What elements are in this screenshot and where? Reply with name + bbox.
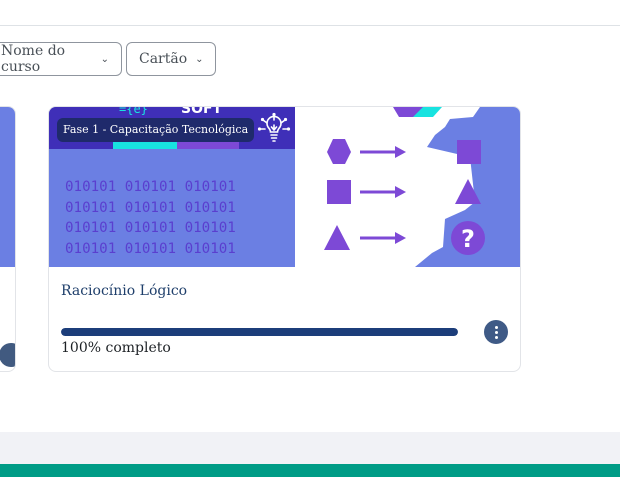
menu-dot (494, 325, 498, 329)
progress-bar (61, 328, 458, 336)
course-title-link[interactable]: Raciocínio Lógico (61, 283, 187, 299)
course-card-image (0, 107, 15, 267)
binary-line: 010101 010101 010101 (65, 179, 236, 195)
footer-background (0, 432, 620, 464)
binary-line: 010101 010101 010101 (65, 240, 236, 257)
chevron-down-icon: ⌄ (100, 53, 109, 65)
square-icon (457, 140, 481, 164)
binary-line: 010101 010101 010101 (65, 199, 236, 216)
logic-sequence-illustration: ? (295, 107, 485, 267)
binary-pattern: 010101 010101 010101 010101 010101 01010… (65, 177, 236, 259)
code-glyph: ={e} (119, 107, 148, 116)
course-card-image[interactable]: ={e} SOFT Fase 1 - Capacitação Tecnológi… (49, 107, 520, 267)
square-icon (327, 180, 351, 204)
chevron-down-icon: ⌄ (195, 53, 204, 65)
progress-bar-fill (61, 328, 458, 336)
binary-line: 010101 010101 010101 (65, 220, 236, 236)
view-dropdown-label: Cartão (139, 51, 188, 67)
banner-stripe-purple (177, 142, 239, 149)
sort-dropdown[interactable]: Nome do curso ⌄ (0, 42, 122, 76)
banner-stripe-cyan (113, 142, 177, 149)
course-card-partial[interactable] (0, 106, 16, 372)
view-dropdown[interactable]: Cartão ⌄ (126, 42, 216, 76)
menu-dot (494, 330, 498, 334)
footer-accent-bar (0, 464, 620, 477)
lightbulb-circuit-icon (257, 112, 291, 142)
progress-label: 100% completo (61, 340, 171, 356)
soft-label: SOFT (181, 107, 223, 117)
header-divider (0, 25, 620, 26)
course-category-badge: Fase 1 - Capacitação Tecnológica (57, 118, 255, 142)
course-menu-button[interactable] (0, 343, 15, 367)
menu-dot (494, 335, 498, 339)
question-mark: ? (461, 225, 475, 253)
sort-dropdown-label: Nome do curso (1, 43, 66, 75)
course-card[interactable]: ={e} SOFT Fase 1 - Capacitação Tecnológi… (48, 106, 521, 372)
course-actions-menu-button[interactable] (484, 320, 508, 344)
